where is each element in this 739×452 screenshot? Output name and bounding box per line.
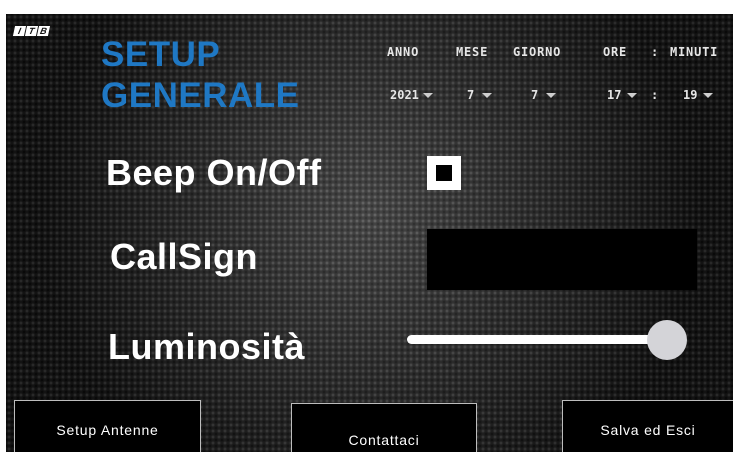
- beep-checkbox[interactable]: [427, 156, 461, 190]
- label-separator: :: [651, 45, 660, 59]
- select-minuti[interactable]: 19: [683, 88, 714, 102]
- beep-label: Beep On/Off: [106, 152, 322, 193]
- label-minuti: MINUTI: [670, 45, 719, 59]
- salva-esci-label: Salva ed Esci: [600, 422, 696, 438]
- chevron-down-icon: [422, 92, 433, 98]
- title-line-1: SETUP: [101, 35, 221, 74]
- page-title: SETUP GENERALE: [101, 34, 299, 116]
- select-anno-value: 2021: [390, 88, 419, 102]
- title-line-2: GENERALE: [101, 76, 300, 115]
- select-mese[interactable]: 7: [467, 88, 493, 102]
- contattaci-label: Contattaci: [348, 432, 420, 448]
- select-mese-value: 7: [467, 88, 475, 102]
- chevron-down-icon: [546, 92, 557, 98]
- select-anno[interactable]: 2021: [390, 88, 433, 102]
- luminosita-slider-thumb[interactable]: [647, 320, 688, 360]
- label-anno: ANNO: [387, 45, 420, 59]
- logo-letter: B: [36, 26, 51, 36]
- setup-antenne-label: Setup Antenne: [56, 422, 159, 438]
- time-separator: :: [651, 88, 658, 102]
- luminosita-slider-track[interactable]: [407, 335, 661, 344]
- callsign-input[interactable]: [427, 229, 697, 290]
- setup-screen: I T B SETUP GENERALE ANNO MESE GIORNO OR…: [6, 14, 733, 452]
- salva-esci-button[interactable]: Salva ed Esci: [562, 400, 733, 452]
- contattaci-button[interactable]: Contattaci: [291, 403, 477, 452]
- select-ore[interactable]: 17: [607, 88, 638, 102]
- select-giorno[interactable]: 7: [531, 88, 557, 102]
- select-ore-value: 17: [607, 88, 622, 102]
- callsign-label: CallSign: [110, 236, 259, 277]
- luminosita-label: Luminosità: [108, 326, 306, 367]
- checkbox-check-mark: [436, 165, 452, 181]
- itb-logo: I T B: [12, 26, 51, 36]
- label-giorno: GIORNO: [513, 45, 562, 59]
- select-giorno-value: 7: [531, 88, 539, 102]
- select-minuti-value: 19: [683, 88, 698, 102]
- setup-antenne-button[interactable]: Setup Antenne: [14, 400, 201, 452]
- chevron-down-icon: [482, 92, 493, 98]
- chevron-down-icon: [627, 92, 638, 98]
- time-separator-text: :: [651, 88, 659, 102]
- label-mese: MESE: [456, 45, 489, 59]
- label-ore: ORE: [603, 45, 628, 59]
- chevron-down-icon: [703, 92, 714, 98]
